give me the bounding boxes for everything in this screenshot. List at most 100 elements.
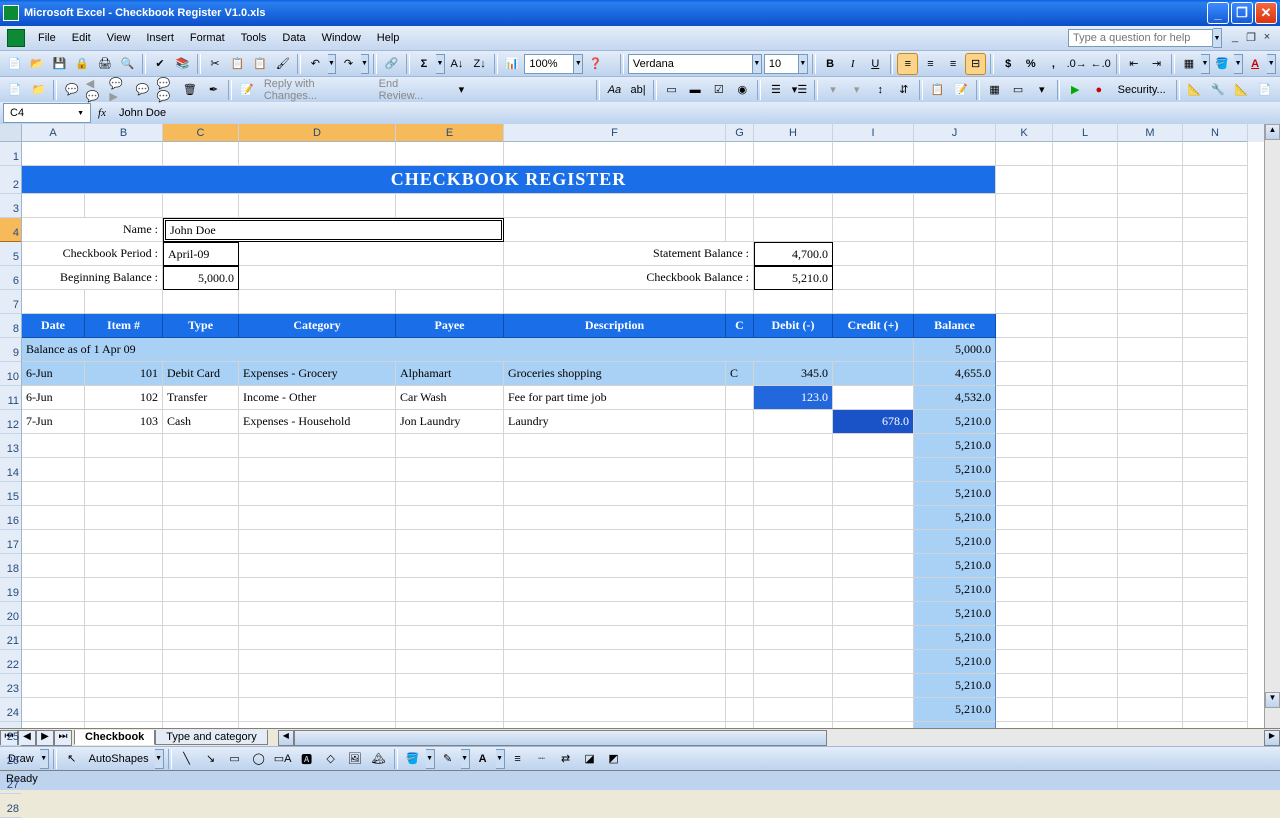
- font-color-icon[interactable]: A: [1245, 53, 1266, 75]
- col-header-L[interactable]: L: [1053, 124, 1118, 142]
- entry-type[interactable]: Transfer: [163, 386, 239, 410]
- rectangle-icon[interactable]: ▭: [224, 748, 246, 770]
- font-select[interactable]: Verdana: [628, 54, 753, 74]
- col-header-A[interactable]: A: [22, 124, 85, 142]
- oval-icon[interactable]: ◯: [248, 748, 270, 770]
- row-header-4[interactable]: 4: [0, 218, 21, 242]
- percent-icon[interactable]: %: [1020, 53, 1041, 75]
- entry-item[interactable]: 103: [85, 410, 163, 434]
- entry-payee[interactable]: Alphamart: [396, 362, 504, 386]
- empty-balance[interactable]: 5,210.0: [914, 650, 996, 674]
- combo-list-icon[interactable]: ▾: [822, 79, 844, 101]
- row-header-5[interactable]: 5: [0, 242, 21, 266]
- cells-grid[interactable]: CHECKBOOK REGISTERName :John DoeCheckboo…: [22, 142, 1264, 728]
- autoshapes-dropdown-icon[interactable]: ▼: [155, 749, 164, 769]
- zoom-dropdown-icon[interactable]: ▼: [574, 54, 583, 74]
- show-comment-icon[interactable]: 💬: [132, 79, 154, 101]
- control-toolbox-icon[interactable]: 🔧: [1207, 79, 1229, 101]
- horizontal-scrollbar[interactable]: ◀ ▶: [278, 730, 1280, 746]
- value-stmt-balance[interactable]: 4,700.0: [754, 242, 833, 266]
- control-properties-icon[interactable]: 📋: [927, 79, 949, 101]
- scroll-left-icon[interactable]: ◀: [278, 730, 294, 746]
- col-header-K[interactable]: K: [996, 124, 1053, 142]
- research-icon[interactable]: 📚: [172, 53, 193, 75]
- increase-decimal-icon[interactable]: .0→: [1066, 53, 1088, 75]
- entry-type[interactable]: Debit Card: [163, 362, 239, 386]
- row-header-20[interactable]: 20: [0, 602, 21, 626]
- row-header-7[interactable]: 7: [0, 290, 21, 314]
- listbox-control-icon[interactable]: ☰: [765, 79, 787, 101]
- fill-color-icon[interactable]: 🪣: [1212, 53, 1233, 75]
- close-button[interactable]: ✕: [1255, 2, 1277, 24]
- copy-icon[interactable]: 📋: [227, 53, 248, 75]
- entry-debit[interactable]: 123.0: [754, 386, 833, 410]
- reply-changes-button[interactable]: Reply with Changes...: [260, 78, 373, 102]
- entry-date[interactable]: 6-Jun: [22, 386, 85, 410]
- sheet-tab-type-category[interactable]: Type and category: [155, 730, 268, 745]
- label-name[interactable]: Name :: [22, 218, 163, 242]
- folder-icon[interactable]: 📁: [28, 79, 50, 101]
- entry-balance[interactable]: 4,532.0: [914, 386, 996, 410]
- entry-category[interactable]: Expenses - Grocery: [239, 362, 396, 386]
- label-stmt-balance[interactable]: Statement Balance :: [504, 242, 754, 266]
- sort-asc-icon[interactable]: A↓: [447, 53, 468, 75]
- align-left-icon[interactable]: ≡: [897, 53, 918, 75]
- label-beg-balance[interactable]: Beginning Balance :: [22, 266, 163, 290]
- entry-balance[interactable]: 4,655.0: [914, 362, 996, 386]
- checkbook-title[interactable]: CHECKBOOK REGISTER: [22, 166, 996, 194]
- draw-dropdown-icon[interactable]: ▼: [40, 749, 49, 769]
- entry-debit[interactable]: [754, 410, 833, 434]
- new-icon[interactable]: 📄: [4, 53, 25, 75]
- line-style-icon[interactable]: ≡: [507, 748, 529, 770]
- entry-date[interactable]: 7-Jun: [22, 410, 85, 434]
- fill-color-draw-dd-icon[interactable]: ▼: [426, 749, 435, 769]
- select-all-corner[interactable]: [0, 124, 21, 142]
- empty-balance[interactable]: 5,210.0: [914, 554, 996, 578]
- font-size-dropdown-icon[interactable]: ▼: [799, 54, 808, 74]
- comment-icon[interactable]: 💬: [61, 79, 83, 101]
- menu-data[interactable]: Data: [274, 29, 313, 47]
- undo-icon[interactable]: ↶: [305, 53, 326, 75]
- entry-debit[interactable]: 345.0: [754, 362, 833, 386]
- scrollbar-control-icon[interactable]: ↕: [869, 79, 891, 101]
- entry-description[interactable]: Fee for part time job: [504, 386, 726, 410]
- autosum-icon[interactable]: Σ: [414, 53, 435, 75]
- show-all-comments-icon[interactable]: 💬💬: [156, 79, 178, 101]
- row-header-8[interactable]: 8: [0, 314, 21, 338]
- empty-balance[interactable]: 5,210.0: [914, 602, 996, 626]
- col-header-M[interactable]: M: [1118, 124, 1183, 142]
- table-header-6[interactable]: C: [726, 314, 754, 338]
- option-control-icon[interactable]: ◉: [732, 79, 754, 101]
- next-comment-icon[interactable]: 💬▶: [108, 79, 130, 101]
- empty-balance[interactable]: 5,210.0: [914, 578, 996, 602]
- decrease-decimal-icon[interactable]: ←.0: [1090, 53, 1112, 75]
- undo-dropdown-icon[interactable]: ▼: [328, 54, 336, 74]
- row-header-16[interactable]: 16: [0, 506, 21, 530]
- balance-as-of[interactable]: Balance as of 1 Apr 09: [22, 338, 914, 362]
- checkbox-control-icon[interactable]: ☑: [708, 79, 730, 101]
- help-dropdown-icon[interactable]: ▼: [1213, 28, 1222, 48]
- entry-type[interactable]: Cash: [163, 410, 239, 434]
- doc-minimize-button[interactable]: _: [1228, 31, 1242, 45]
- entry-description[interactable]: Groceries shopping: [504, 362, 726, 386]
- col-header-J[interactable]: J: [914, 124, 996, 142]
- col-header-E[interactable]: E: [396, 124, 504, 142]
- spelling-icon[interactable]: ✔: [150, 53, 171, 75]
- forms-options-icon[interactable]: ▾: [1031, 79, 1053, 101]
- ink-icon[interactable]: ✒: [203, 79, 225, 101]
- col-header-I[interactable]: I: [833, 124, 914, 142]
- tab-last-icon[interactable]: ⏭: [54, 730, 72, 746]
- formula-value[interactable]: John Doe: [113, 107, 1280, 119]
- empty-balance[interactable]: 5,210.0: [914, 458, 996, 482]
- row-header-17[interactable]: 17: [0, 530, 21, 554]
- merge-center-icon[interactable]: ⊟: [965, 53, 986, 75]
- menu-window[interactable]: Window: [314, 29, 369, 47]
- sort-desc-icon[interactable]: Z↓: [469, 53, 490, 75]
- col-header-B[interactable]: B: [85, 124, 163, 142]
- combo-control-icon[interactable]: ▾☰: [789, 79, 811, 101]
- fx-icon[interactable]: fx: [91, 107, 113, 119]
- delete-comment-icon[interactable]: 🗑: [179, 79, 201, 101]
- input-period[interactable]: April-09: [163, 242, 239, 266]
- toolbar-options-icon[interactable]: ▾: [451, 79, 473, 101]
- decrease-indent-icon[interactable]: ⇤: [1124, 53, 1145, 75]
